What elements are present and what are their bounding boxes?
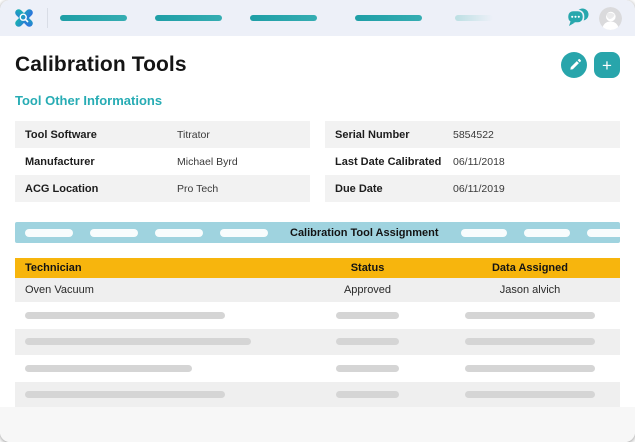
info-row: Manufacturer Michael Byrd — [15, 148, 310, 175]
placeholder-row — [15, 328, 620, 355]
row-placeholder — [465, 391, 595, 399]
placeholder-row — [15, 355, 620, 382]
page-title: Calibration Tools — [15, 53, 187, 76]
table-row: Oven Vacuum Approved Jason alvich — [15, 278, 620, 302]
placeholder-row — [15, 381, 620, 408]
info-row: ACG Location Pro Tech — [15, 175, 310, 202]
info-row: Last Date Calibrated 06/11/2018 — [325, 148, 620, 175]
cell-data-assigned: Jason alvich — [499, 284, 561, 296]
info-value: Titrator — [177, 128, 210, 141]
info-label: Due Date — [335, 182, 383, 195]
edit-button[interactable] — [561, 52, 587, 78]
banner-placeholder — [523, 228, 570, 237]
app-logo-icon[interactable] — [10, 4, 38, 32]
banner-placeholder — [25, 228, 73, 237]
column-header-technician: Technician — [25, 262, 82, 274]
column-header-data-assigned: Data Assigned — [491, 262, 568, 274]
chat-bubbles-icon[interactable] — [565, 6, 590, 30]
row-placeholder — [465, 338, 595, 346]
banner-placeholder — [90, 228, 138, 237]
assignment-banner: Calibration Tool Assignment — [15, 222, 633, 243]
placeholder-row — [15, 302, 620, 329]
info-value: 06/11/2019 — [453, 182, 505, 195]
cell-technician: Oven Vacuum — [25, 284, 94, 296]
page-footer-area — [0, 407, 635, 442]
assignment-table: Technician Status Data Assigned Oven Vac… — [15, 258, 620, 408]
tool-info-grid: Tool Software Titrator Manufacturer Mich… — [15, 121, 620, 202]
table-header-row: Technician Status Data Assigned — [15, 258, 620, 278]
info-label: ACG Location — [25, 182, 99, 195]
info-value: Michael Byrd — [177, 155, 238, 168]
pencil-icon — [569, 58, 581, 70]
row-placeholder — [336, 311, 399, 319]
nav-item-placeholder-3[interactable] — [250, 15, 317, 21]
row-placeholder — [336, 338, 399, 346]
section-title: Tool Other Informations — [15, 93, 163, 108]
banner-placeholder — [586, 228, 633, 237]
banner-placeholder — [460, 228, 507, 237]
row-placeholder — [336, 391, 399, 399]
row-placeholder — [336, 364, 399, 372]
row-placeholder — [465, 364, 595, 372]
tool-info-table-left: Tool Software Titrator Manufacturer Mich… — [15, 121, 310, 202]
row-placeholder — [25, 338, 251, 346]
info-row: Due Date 06/11/2019 — [325, 175, 620, 202]
assignment-banner-title: Calibration Tool Assignment — [290, 226, 439, 239]
cell-status: Approved — [343, 284, 392, 296]
plus-icon: + — [602, 55, 612, 75]
info-label: Last Date Calibrated — [335, 155, 442, 168]
app-window: Calibration Tools + Tool Other Informati… — [0, 0, 635, 442]
row-placeholder — [25, 364, 192, 372]
divider — [47, 8, 48, 28]
info-row: Serial Number 5854522 — [325, 121, 620, 148]
user-avatar[interactable] — [599, 6, 622, 30]
nav-item-placeholder-2[interactable] — [155, 15, 222, 21]
add-button[interactable]: + — [594, 52, 620, 78]
info-label: Serial Number — [335, 128, 410, 141]
info-row: Tool Software Titrator — [15, 121, 310, 148]
page-header: Calibration Tools + — [15, 52, 620, 78]
top-navigation-bar — [0, 0, 635, 36]
column-header-status: Status — [350, 262, 385, 274]
info-label: Manufacturer — [25, 155, 95, 168]
info-value: 5854522 — [453, 128, 494, 141]
tool-info-table-right: Serial Number 5854522 Last Date Calibrat… — [325, 121, 620, 202]
row-placeholder — [25, 311, 225, 319]
banner-placeholder — [155, 228, 203, 237]
info-label: Tool Software — [25, 128, 97, 141]
banner-placeholder — [220, 228, 268, 237]
nav-item-placeholder-1[interactable] — [60, 15, 127, 21]
row-placeholder — [25, 391, 225, 399]
page-content: Calibration Tools + Tool Other Informati… — [0, 52, 635, 408]
nav-item-placeholder-4[interactable] — [355, 15, 422, 21]
info-value: 06/11/2018 — [453, 155, 505, 168]
info-value: Pro Tech — [177, 182, 219, 195]
nav-item-placeholder-5[interactable] — [455, 15, 493, 21]
row-placeholder — [465, 311, 595, 319]
